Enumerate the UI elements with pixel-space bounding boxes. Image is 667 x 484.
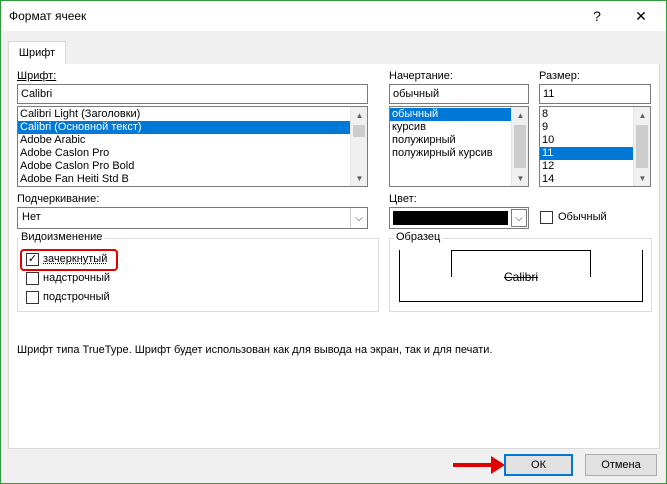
info-text: Шрифт типа TrueType. Шрифт будет использ… [17, 344, 493, 356]
effects-group-title: Видоизменение [19, 231, 105, 243]
size-input[interactable]: 11 [539, 84, 651, 104]
preview-sample-text: Calibri [503, 269, 538, 284]
ok-button-label: ОК [531, 459, 546, 471]
list-item[interactable]: Calibri Light (Заголовки) [18, 108, 367, 121]
list-item[interactable]: Calibri (Основной текст) [18, 121, 367, 134]
scroll-down-icon[interactable]: ▼ [512, 170, 528, 186]
pointer-arrow-icon [491, 456, 505, 474]
color-label: Цвет: [389, 193, 417, 205]
color-picker[interactable]: ⌵ [389, 207, 529, 229]
scroll-down-icon[interactable]: ▼ [634, 170, 650, 186]
normal-font-label: Обычный [558, 211, 607, 223]
superscript-checkbox[interactable] [26, 272, 39, 285]
ok-button[interactable]: ОК [504, 454, 573, 476]
scroll-thumb[interactable] [353, 125, 365, 137]
list-item[interactable]: Adobe Caslon Pro Bold [18, 160, 367, 173]
list-item[interactable]: Adobe Caslon Pro [18, 147, 367, 160]
list-item[interactable]: курсив [390, 121, 528, 134]
window-title: Формат ячеек [9, 9, 87, 23]
underline-select[interactable]: Нет ⌵ [17, 207, 368, 229]
strikethrough-checkbox[interactable]: ✓ [26, 253, 39, 266]
normal-font-checkbox[interactable] [540, 211, 553, 224]
preview-group-title: Образец [394, 231, 443, 243]
color-swatch [393, 211, 508, 225]
style-label: Начертание: [389, 70, 453, 82]
superscript-label: надстрочный [43, 272, 110, 284]
font-scrollbar[interactable]: ▲ ▼ [350, 107, 367, 186]
scroll-up-icon[interactable]: ▲ [351, 107, 367, 123]
question-icon: ? [593, 8, 601, 24]
format-cells-dialog: Формат ячеек ? ✕ Шрифт Шрифт: Calibri Ca… [0, 0, 667, 484]
underline-select-value: Нет [22, 211, 41, 223]
cancel-button-label: Отмена [601, 459, 641, 471]
style-listbox[interactable]: обычный курсив полужирный полужирный кур… [389, 106, 529, 187]
underline-label: Подчеркивание: [17, 193, 100, 205]
size-listbox[interactable]: 8 9 10 11 12 14 ▲ ▼ [539, 106, 651, 187]
font-listbox[interactable]: Calibri Light (Заголовки) Calibri (Основ… [17, 106, 368, 187]
pointer-arrow-shaft [453, 463, 493, 467]
font-input-value: Calibri [21, 88, 53, 100]
checkmark-icon: ✓ [27, 253, 38, 265]
help-button[interactable]: ? [575, 1, 619, 31]
list-item[interactable]: обычный [390, 108, 511, 121]
style-input-value: обычный [393, 88, 440, 100]
scroll-thumb[interactable] [636, 125, 648, 168]
list-item[interactable]: Adobe Arabic [18, 134, 367, 147]
style-scrollbar[interactable]: ▲ ▼ [511, 107, 528, 186]
tab-font-label: Шрифт [18, 47, 56, 59]
list-item[interactable]: Adobe Fan Heiti Std B [18, 173, 367, 186]
strikethrough-label: зачеркнутый [43, 253, 108, 265]
scroll-down-icon[interactable]: ▼ [351, 170, 367, 186]
chevron-down-icon[interactable]: ⌵ [511, 209, 527, 227]
subscript-checkbox[interactable] [26, 291, 39, 304]
cancel-button[interactable]: Отмена [585, 454, 657, 476]
title-bar: Формат ячеек ? ✕ [1, 1, 666, 31]
chevron-down-icon[interactable]: ⌵ [350, 208, 367, 228]
list-item[interactable]: полужирный курсив [390, 147, 528, 160]
font-label: Шрифт: [17, 70, 57, 82]
subscript-label: подстрочный [43, 291, 110, 303]
size-label: Размер: [539, 70, 580, 82]
font-input[interactable]: Calibri [17, 84, 368, 104]
tab-font[interactable]: Шрифт [8, 41, 66, 65]
size-scrollbar[interactable]: ▲ ▼ [633, 107, 650, 186]
size-input-value: 11 [543, 88, 555, 100]
scroll-up-icon[interactable]: ▲ [634, 107, 650, 123]
scroll-up-icon[interactable]: ▲ [512, 107, 528, 123]
list-item[interactable]: полужирный [390, 134, 528, 147]
scroll-thumb[interactable] [514, 125, 526, 168]
close-icon: ✕ [635, 7, 647, 24]
preview-box: Calibri [399, 250, 643, 302]
list-item[interactable]: 11 [540, 147, 633, 160]
font-tab-panel: Шрифт: Calibri Calibri Light (Заголовки)… [8, 64, 660, 449]
style-input[interactable]: обычный [389, 84, 529, 104]
close-button[interactable]: ✕ [619, 1, 663, 31]
